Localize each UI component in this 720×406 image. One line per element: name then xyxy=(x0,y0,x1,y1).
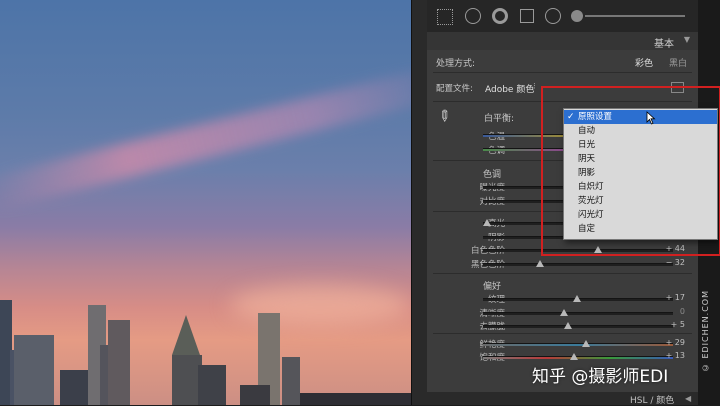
spot-removal-icon[interactable] xyxy=(465,8,481,24)
divider-line xyxy=(433,72,692,73)
watermark-text: 知乎 @摄影师EDI xyxy=(532,367,669,387)
vibrance-slider[interactable] xyxy=(483,343,673,346)
wb-label: 白平衡: xyxy=(484,114,515,124)
copyright-label: © EDICHEN.COM xyxy=(701,290,710,373)
vibrance-thumb[interactable] xyxy=(582,340,590,347)
brush-icon[interactable] xyxy=(571,10,583,22)
dehaze-value[interactable]: + 5 xyxy=(657,320,685,329)
treatment-bw-option[interactable]: 黑白 xyxy=(669,56,687,69)
section-title: 基本 xyxy=(654,39,674,50)
highlights-thumb[interactable] xyxy=(483,219,491,226)
panel-divider xyxy=(411,0,428,405)
tool-strip xyxy=(427,0,698,33)
divider-line xyxy=(433,273,692,274)
radial-filter-icon[interactable] xyxy=(545,8,561,24)
blacks-value[interactable]: − 32 xyxy=(657,258,685,267)
expand-triangle-icon[interactable]: ◀ xyxy=(685,394,691,403)
saturation-thumb[interactable] xyxy=(570,353,578,360)
presence-subheader: 偏好 xyxy=(483,282,502,292)
hsl-section-header[interactable]: HSL / 颜色 xyxy=(630,393,674,406)
saturation-slider[interactable] xyxy=(483,356,673,359)
clarity-slider[interactable] xyxy=(483,312,673,315)
clarity-value[interactable]: 0 xyxy=(657,307,685,316)
dehaze-thumb[interactable] xyxy=(564,322,572,329)
eyedropper-icon[interactable]: ✎ xyxy=(433,105,455,127)
vibrance-value[interactable]: + 29 xyxy=(657,338,685,347)
tone-subheader: 色调 xyxy=(483,170,502,180)
texture-thumb[interactable] xyxy=(573,295,581,302)
dehaze-slider[interactable] xyxy=(483,325,673,328)
treatment-color-option[interactable]: 彩色 xyxy=(635,56,653,69)
tool-slider-track[interactable] xyxy=(585,15,685,17)
collapse-triangle-icon[interactable]: ▼ xyxy=(684,35,690,44)
cloud-streak xyxy=(0,62,411,212)
divider-line xyxy=(433,333,692,334)
graduated-filter-icon[interactable] xyxy=(520,9,534,23)
red-eye-icon[interactable] xyxy=(492,8,508,24)
annotation-highlight-box xyxy=(541,86,720,256)
blacks-slider[interactable] xyxy=(483,263,673,266)
crop-grid-icon[interactable] xyxy=(437,9,453,25)
profile-arrows-icon[interactable]: ⁝ xyxy=(533,82,536,92)
photo-preview xyxy=(0,0,411,405)
city-skyline xyxy=(0,300,411,405)
basic-section-header[interactable]: 基本 ▼ xyxy=(427,32,698,50)
profile-select[interactable]: Adobe 颜色 xyxy=(485,82,534,95)
treatment-label: 处理方式: xyxy=(436,59,476,69)
texture-value[interactable]: + 17 xyxy=(657,293,685,302)
saturation-value[interactable]: + 13 xyxy=(657,351,685,360)
clarity-thumb[interactable] xyxy=(560,309,568,316)
blacks-thumb[interactable] xyxy=(536,260,544,267)
profile-label: 配置文件: xyxy=(436,84,473,94)
